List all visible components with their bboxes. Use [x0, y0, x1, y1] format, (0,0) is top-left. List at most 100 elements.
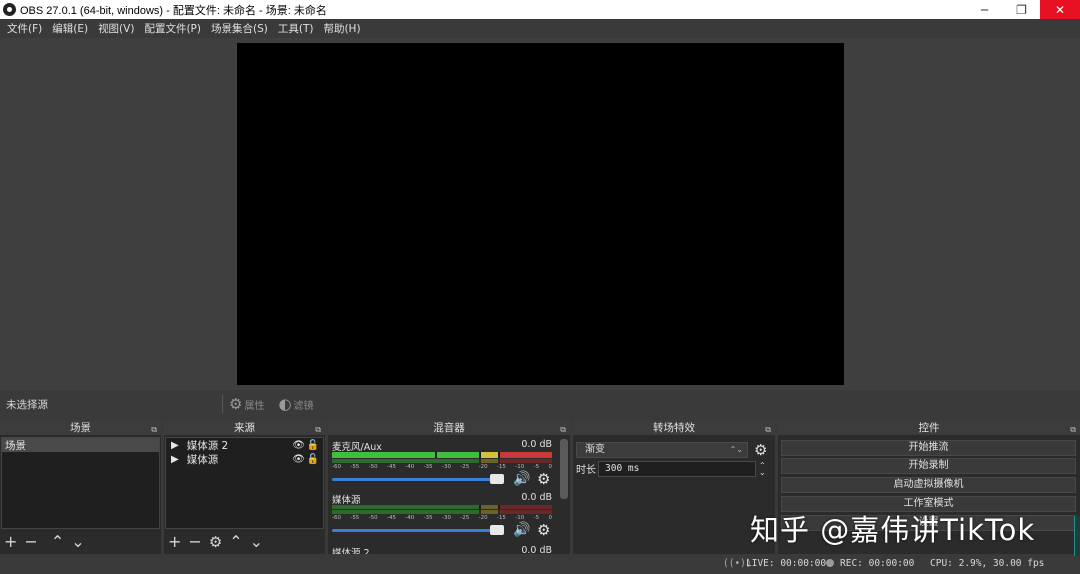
transitions-dock: 转场特效 ⧉ 渐变 ⌃⌄ ⚙ 时长 300 ms ⌃ ⌄ [573, 420, 775, 554]
mixer-scrollbar[interactable] [560, 439, 568, 499]
add-icon[interactable]: + [4, 534, 17, 550]
menu-view[interactable]: 视图(V) [93, 21, 139, 36]
undock-icon[interactable]: ⧉ [765, 422, 771, 438]
volume-meter-secondary [332, 510, 552, 514]
window-titlebar: OBS 27.0.1 (64-bit, windows) - 配置文件: 未命名… [0, 0, 1080, 19]
chevron-up-icon[interactable]: ⌃ [229, 534, 242, 550]
channel-level: 0.0 dB [521, 545, 552, 554]
meter-scale: -60 -55 -50 -45 -40 -35 -30 -25 -20 -15 -10 -5 0 [332, 464, 552, 470]
transition-select[interactable]: 渐变 ⌃⌄ [576, 441, 748, 458]
lock-icon[interactable]: 🔓 [307, 440, 319, 451]
mixer-title: 混音器 [433, 422, 465, 434]
volume-meter-secondary [332, 459, 552, 463]
obs-logo-icon [3, 3, 16, 16]
properties-label: 属性 [244, 400, 265, 412]
gear-icon[interactable]: ⚙ [209, 534, 222, 550]
play-icon[interactable]: ▶ [171, 454, 179, 465]
sources-footer: + − ⚙ ⌃ ⌄ [164, 530, 325, 554]
gear-icon[interactable]: ⚙ [754, 441, 767, 459]
controls-dock-title: 控件 ⧉ [778, 420, 1080, 436]
remove-icon[interactable]: − [24, 534, 37, 550]
start-streaming-button[interactable]: 开始推流 [781, 440, 1076, 456]
source-name: 媒体源 2 [186, 439, 229, 452]
toolbar-divider [222, 395, 223, 413]
properties-button[interactable]: ⚙ 属性 [229, 395, 264, 413]
window-title: OBS 27.0.1 (64-bit, windows) - 配置文件: 未命名… [20, 4, 327, 17]
menu-bar: 文件(F) 编辑(E) 视图(V) 配置文件(P) 场景集合(S) 工具(T) … [0, 19, 1080, 38]
menu-file[interactable]: 文件(F) [2, 21, 47, 36]
channel-name: 麦克风/Aux [332, 442, 382, 453]
chevron-up-icon[interactable]: ⌃ [51, 534, 64, 550]
list-item[interactable]: ▶ 媒体源 2 👁 🔓 [166, 438, 323, 452]
gear-icon: ⚙ [229, 395, 243, 413]
rec-dot-icon [826, 559, 834, 567]
filters-label: 滤镜 [293, 400, 314, 412]
add-icon[interactable]: + [168, 534, 181, 550]
list-item[interactable]: 场景 [2, 438, 159, 452]
mixer-dock-title: 混音器 ⧉ [328, 420, 570, 436]
volume-fader[interactable] [332, 478, 500, 481]
filters-button[interactable]: ◐ 滤镜 [278, 395, 313, 413]
duration-row: 时长 300 ms ⌃ ⌄ [576, 460, 772, 477]
window-controls: ─ ❐ ✕ [966, 0, 1080, 19]
source-name: 媒体源 [186, 453, 219, 466]
transitions-dock-title: 转场特效 ⧉ [573, 420, 775, 436]
eye-icon[interactable]: 👁 [292, 454, 305, 465]
menu-edit[interactable]: 编辑(E) [47, 21, 93, 36]
duration-input[interactable]: 300 ms [598, 460, 756, 477]
start-recording-button[interactable]: 开始录制 [781, 458, 1076, 474]
transition-selected: 渐变 [585, 443, 605, 455]
scenes-title: 场景 [70, 422, 91, 434]
preview-area [0, 38, 1080, 390]
fader-handle[interactable] [490, 474, 504, 484]
undock-icon[interactable]: ⧉ [151, 422, 157, 438]
volume-fader[interactable] [332, 529, 500, 532]
lock-icon[interactable]: 🔓 [307, 454, 319, 465]
scenes-dock-title: 场景 ⧉ [0, 420, 161, 436]
transition-select-row: 渐变 ⌃⌄ ⚙ [576, 441, 772, 459]
live-timer: LIVE: 00:00:00 [746, 558, 827, 569]
minimize-button[interactable]: ─ [966, 0, 1003, 19]
menu-profile[interactable]: 配置文件(P) [139, 21, 206, 36]
gear-icon[interactable]: ⚙ [537, 521, 550, 539]
duration-label: 时长 [576, 465, 596, 476]
volume-meter [332, 452, 552, 458]
updown-arrows-icon: ⌃⌄ [729, 444, 743, 454]
edge-indicator [1074, 516, 1080, 556]
mixer-channel: 媒体源 2 0.0 dB [328, 543, 556, 554]
spin-arrows-icon[interactable]: ⌃ ⌄ [759, 461, 766, 476]
eye-icon[interactable]: 👁 [292, 440, 305, 451]
undock-icon[interactable]: ⧉ [315, 422, 321, 438]
gear-icon[interactable]: ⚙ [537, 470, 550, 488]
channel-name: 媒体源 [332, 495, 361, 506]
play-icon[interactable]: ▶ [171, 440, 179, 451]
cpu-fps: CPU: 2.9%, 30.00 fps [930, 558, 1045, 569]
channel-level: 0.0 dB [521, 439, 552, 450]
source-toolbar: 未选择源 ⚙ 属性 ◐ 滤镜 [0, 391, 1080, 417]
menu-scene-collection[interactable]: 场景集合(S) [206, 21, 273, 36]
controls-title: 控件 [918, 422, 940, 434]
chevron-down-icon[interactable]: ⌄ [250, 534, 263, 550]
menu-help[interactable]: 帮助(H) [318, 21, 365, 36]
remove-icon[interactable]: − [188, 534, 201, 550]
speaker-icon[interactable]: 🔊 [513, 522, 530, 538]
start-virtual-camera-button[interactable]: 启动虚拟摄像机 [781, 477, 1076, 493]
close-button[interactable]: ✕ [1040, 0, 1080, 19]
chevron-down-icon[interactable]: ⌄ [71, 534, 84, 550]
mixer-channel: 媒体源 0.0 dB -60 -55 -50 -45 -40 -35 -30 -25 -20 -1… [328, 490, 556, 543]
sources-list: ▶ 媒体源 2 👁 🔓 ▶ 媒体源 👁 🔓 [165, 437, 324, 529]
preview-canvas[interactable] [237, 43, 844, 385]
speaker-icon[interactable]: 🔊 [513, 471, 530, 487]
fader-handle[interactable] [490, 525, 504, 535]
menu-tools[interactable]: 工具(T) [273, 21, 319, 36]
meter-scale: -60 -55 -50 -45 -40 -35 -30 -25 -20 -15 -10 -5 0 [332, 515, 552, 521]
undock-icon[interactable]: ⧉ [1070, 422, 1076, 438]
status-bar: ((•)) LIVE: 00:00:00 REC: 00:00:00 CPU: … [0, 554, 1080, 574]
restore-button[interactable]: ❐ [1003, 0, 1040, 19]
sources-title: 来源 [234, 422, 255, 434]
undock-icon[interactable]: ⧉ [560, 422, 566, 438]
list-item[interactable]: ▶ 媒体源 👁 🔓 [166, 452, 323, 466]
volume-fader-row: 🔊 ⚙ [332, 521, 552, 539]
rec-status: REC: 00:00:00 [826, 558, 914, 569]
sources-dock-title: 来源 ⧉ [164, 420, 325, 436]
